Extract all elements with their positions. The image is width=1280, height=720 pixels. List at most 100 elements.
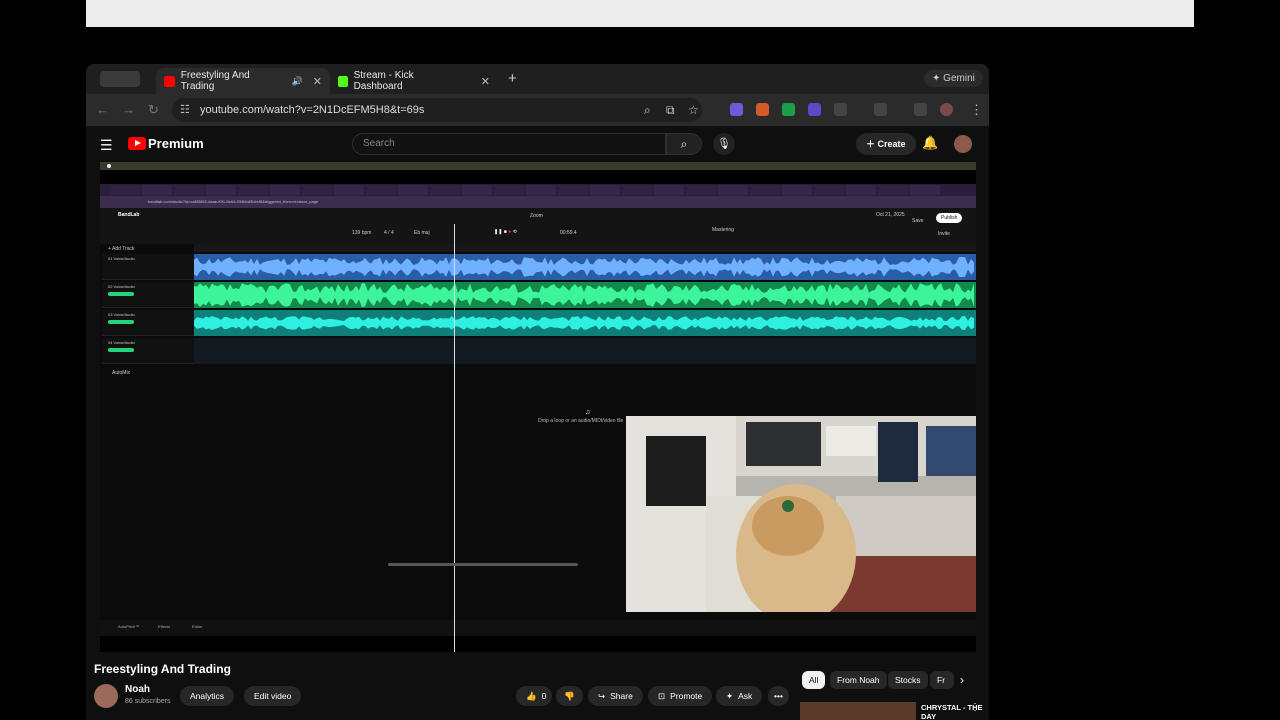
extension-icon[interactable]: [782, 103, 795, 116]
recommended-more-icon[interactable]: ⋮: [970, 702, 980, 713]
recommended-thumbnail[interactable]: [800, 702, 916, 720]
ask-button[interactable]: ✦ Ask: [716, 686, 763, 706]
youtube-logo[interactable]: [128, 137, 146, 150]
daw-publish: Publish: [936, 213, 963, 223]
inner-tab: [142, 185, 172, 195]
notifications-bell-icon[interactable]: 🔔: [922, 135, 938, 151]
inner-tab: [110, 185, 140, 195]
promote-icon: ⊡: [658, 691, 666, 701]
create-label: Create: [877, 139, 906, 149]
track-name: 04 Voice/Audio: [108, 340, 135, 345]
site-settings-icon[interactable]: ☷: [180, 103, 190, 116]
daw-footer-tab: AutoPitch™: [118, 624, 140, 629]
daw-invite: Invite: [938, 231, 950, 237]
webcam-overlay: [626, 416, 976, 612]
share-icon: ↪: [598, 691, 606, 701]
account-avatar[interactable]: [954, 135, 972, 153]
new-tab-button[interactable]: +: [508, 70, 517, 87]
browser-menu-icon[interactable]: ⋮: [970, 102, 983, 118]
back-icon[interactable]: ←: [96, 102, 109, 117]
youtube-favicon-icon: [164, 75, 175, 87]
track-name: 02 Voice/Audio: [108, 284, 135, 289]
inner-tab: [270, 185, 300, 195]
daw-signature: 4 / 4: [384, 230, 394, 236]
chip-truncated[interactable]: Fr: [930, 671, 954, 689]
tab-strip: Freestyling And Trading 🔊 ✕ Stream - Kic…: [86, 64, 989, 94]
more-actions-icon[interactable]: •••: [768, 686, 789, 706]
promote-button[interactable]: ⊡ Promote: [648, 686, 713, 706]
track-name: 03 Voice/Audio: [108, 312, 135, 317]
chip-all[interactable]: All: [802, 671, 826, 689]
inner-tab: [622, 185, 652, 195]
sparkle-icon: ✦: [726, 691, 734, 701]
youtube-page: ☰ Premium Search ⌕ 🎙 ＋ Create 🔔 bandlab.…: [86, 126, 989, 720]
reload-icon[interactable]: ↻: [148, 102, 159, 118]
kick-favicon-icon: [338, 75, 348, 87]
inner-tab: [430, 185, 460, 195]
gemini-label: Gemini: [943, 73, 975, 84]
search-input[interactable]: Search: [352, 133, 666, 155]
chip-stocks[interactable]: Stocks: [888, 671, 928, 689]
speaker-icon[interactable]: 🔊: [292, 76, 303, 87]
thumbs-up-icon: 👍: [526, 691, 537, 701]
daw-transport-icons: ❚❚ ■ ● ⟲: [494, 229, 517, 235]
share-button[interactable]: ↪ Share: [588, 686, 643, 706]
inner-tab: [654, 185, 684, 195]
analytics-button[interactable]: Analytics: [180, 686, 235, 706]
channel-avatar[interactable]: [94, 684, 118, 708]
like-button[interactable]: 👍 0: [516, 686, 553, 706]
browser-toolbar: ← → ↻ ☷ youtube.com/watch?v=2N1DcEFM5H8&…: [86, 94, 989, 126]
install-icon[interactable]: ⧉: [666, 103, 675, 118]
extension-icon[interactable]: [730, 103, 743, 116]
tab-group-icon[interactable]: [100, 71, 140, 87]
track-header: 04 Voice/Audio: [102, 338, 194, 364]
track-header: 02 Voice/Audio: [102, 282, 194, 308]
hamburger-menu-icon[interactable]: ☰: [100, 137, 113, 154]
inner-tab: [238, 185, 268, 195]
voice-search-icon[interactable]: 🎙: [713, 133, 735, 155]
browser-window: Freestyling And Trading 🔊 ✕ Stream - Kic…: [86, 64, 989, 720]
bookmark-star-icon[interactable]: ☆: [688, 103, 699, 117]
daw-automix: AutoMix: [112, 370, 131, 376]
address-bar[interactable]: ☷ youtube.com/watch?v=2N1DcEFM5H8&t=69s …: [172, 98, 702, 122]
inner-tab: [750, 185, 780, 195]
search-button[interactable]: ⌕: [666, 133, 702, 155]
extensions-puzzle-icon[interactable]: [834, 103, 847, 116]
dislike-button[interactable]: 👎: [556, 686, 583, 706]
extension-icon[interactable]: [808, 103, 821, 116]
gemini-button[interactable]: ✦ Gemini: [924, 70, 983, 87]
daw-footer: AutoPitch™ Effects Editor: [100, 620, 976, 636]
chevron-right-icon[interactable]: ›: [960, 673, 964, 687]
track-name: 01 Voice/Audio: [108, 256, 135, 261]
edit-video-button[interactable]: Edit video: [244, 686, 302, 706]
extension-icon[interactable]: [756, 103, 769, 116]
zoom-icon[interactable]: ⌕: [644, 103, 651, 118]
pin-dot: [107, 164, 111, 168]
like-count: 0: [541, 691, 547, 701]
forward-icon[interactable]: →: [122, 102, 135, 117]
daw-zoom-label: Zoom: [530, 213, 543, 219]
youtube-premium-label[interactable]: Premium: [148, 136, 204, 151]
music-note-icon: ♫: [585, 409, 591, 416]
create-button[interactable]: ＋ Create: [856, 133, 916, 155]
daw-time: 00:59.4: [560, 230, 577, 236]
chip-from-noah[interactable]: From Noah: [830, 671, 887, 689]
media-controls-icon[interactable]: [914, 103, 927, 116]
search-icon: ⌕: [680, 137, 688, 151]
video-player[interactable]: bandlab.com/studio?id=ca6f3862-daae-f0f1…: [100, 162, 976, 652]
profile-avatar[interactable]: [940, 103, 953, 116]
inner-tab: [398, 185, 428, 195]
tab-kick[interactable]: Stream - Kick Dashboard ✕: [330, 68, 498, 94]
track-badge: [108, 348, 134, 352]
tab-youtube[interactable]: Freestyling And Trading 🔊 ✕: [156, 68, 330, 94]
track-badge: [108, 292, 134, 296]
waveform-lane: [194, 282, 976, 308]
empty-lane: [194, 338, 976, 364]
side-panel-icon[interactable]: [874, 103, 887, 116]
daw-key: Eb maj: [414, 230, 430, 236]
close-tab-icon[interactable]: ✕: [313, 75, 322, 88]
channel-name[interactable]: Noah: [125, 684, 150, 695]
inner-tab: [462, 185, 492, 195]
close-tab-icon[interactable]: ✕: [481, 75, 490, 88]
daw-save: Save: [912, 218, 924, 224]
